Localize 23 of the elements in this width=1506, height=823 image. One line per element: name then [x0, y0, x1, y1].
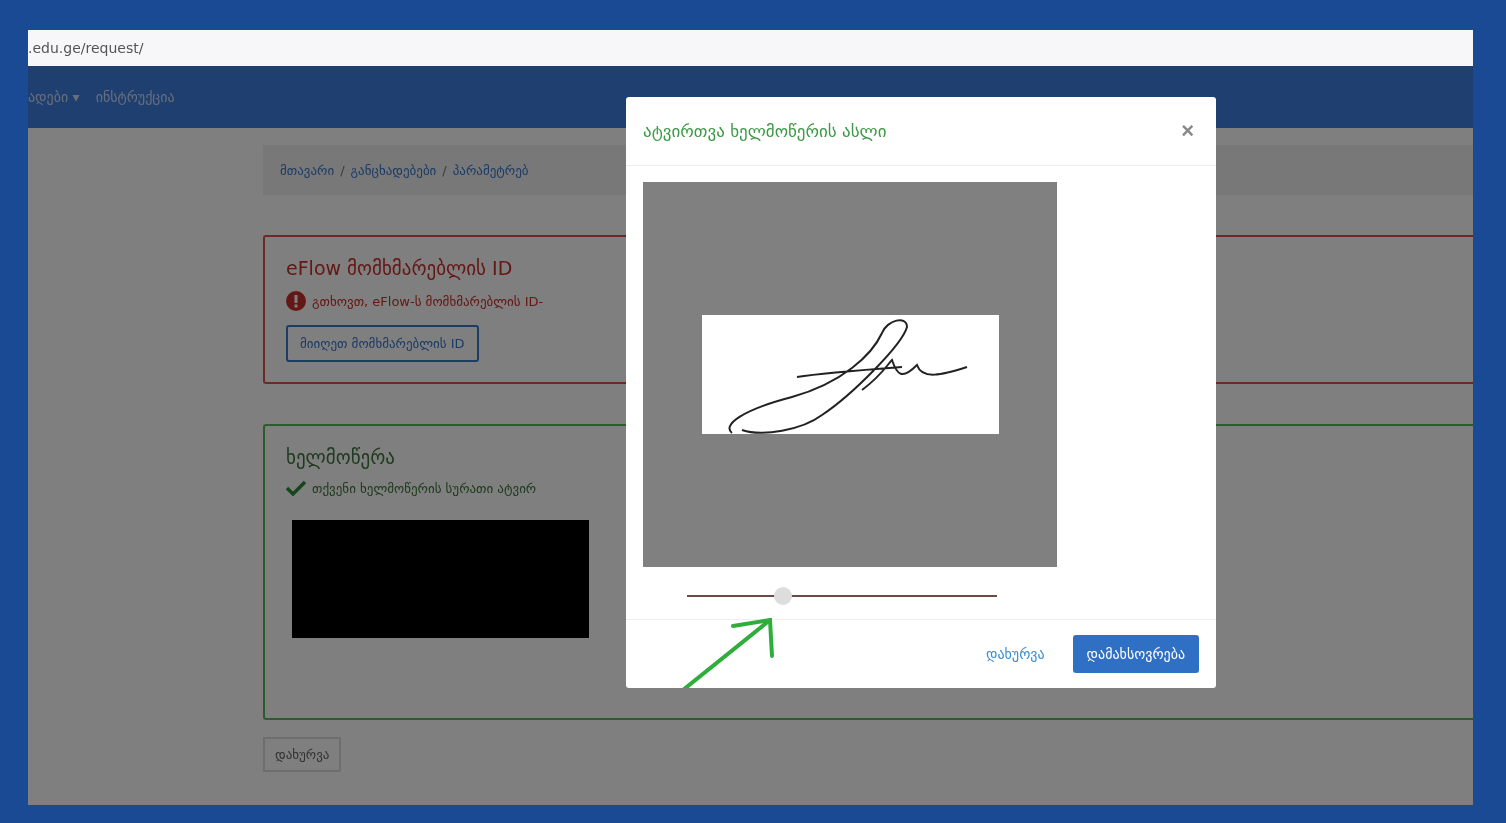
card-title: eFlow მომხმარებლის ID: [286, 257, 513, 279]
url-text: .edu.ge/request/: [28, 40, 144, 56]
get-id-button[interactable]: მიიღეთ მომხმარებლის ID: [286, 325, 479, 362]
card-title: ხელმოწერა: [286, 446, 395, 468]
success-message: თქვენი ხელმოწერის სურათი ატვირ: [312, 480, 537, 496]
address-bar[interactable]: .edu.ge/request/: [28, 30, 1473, 66]
cancel-button[interactable]: დახურვა: [979, 645, 1051, 663]
slider-thumb[interactable]: [774, 587, 793, 605]
crop-area[interactable]: [643, 182, 1057, 567]
close-button[interactable]: დახურვა: [263, 737, 342, 772]
breadcrumb-separator: /: [442, 162, 447, 178]
save-button[interactable]: დამახსოვრება: [1072, 635, 1199, 673]
check-icon: [286, 480, 306, 496]
breadcrumb-link[interactable]: მთავარი: [280, 162, 335, 178]
error-icon: [286, 291, 306, 311]
error-message: გთხოვთ, eFlow-ს მომხმარებლის ID-: [312, 293, 544, 309]
nav-link[interactable]: ადები ▾: [28, 89, 80, 105]
breadcrumb-separator: /: [340, 162, 345, 178]
dialog-title: ატვირთვა ხელმოწერის ასლი: [643, 121, 887, 141]
close-button[interactable]: ×: [1177, 118, 1198, 144]
nav-link[interactable]: ინსტრუქცია: [95, 89, 175, 105]
breadcrumb-link[interactable]: პარამეტრებ: [452, 162, 529, 178]
breadcrumb-link[interactable]: განცხადებები: [350, 162, 437, 178]
